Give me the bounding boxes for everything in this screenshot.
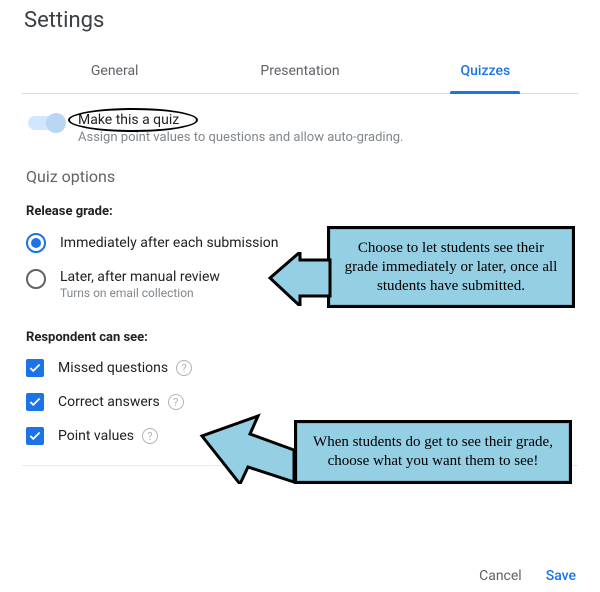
help-icon[interactable]: ? — [168, 394, 184, 410]
check-icon — [28, 429, 42, 443]
help-icon[interactable]: ? — [142, 428, 158, 444]
tab-general[interactable]: General — [22, 51, 207, 93]
page-title: Settings — [0, 0, 600, 33]
correct-label: Correct answers — [58, 394, 160, 410]
points-label: Point values — [58, 428, 134, 444]
release-grade-label: Release grade: — [22, 190, 578, 225]
make-quiz-sub: Assign point values to questions and all… — [78, 130, 404, 145]
make-quiz-label: Make this a quiz — [78, 112, 404, 128]
radio-immediate[interactable] — [26, 233, 46, 253]
respondent-can-see-label: Respondent can see: — [22, 308, 578, 351]
correct-answers-row[interactable]: Correct answers ? — [22, 385, 578, 419]
missed-label: Missed questions — [58, 360, 168, 376]
radio-immediate-label: Immediately after each submission — [60, 235, 279, 251]
arrow-left-icon — [268, 252, 332, 306]
tabs: General Presentation Quizzes — [22, 51, 578, 94]
tab-quizzes[interactable]: Quizzes — [393, 51, 578, 93]
check-icon — [28, 395, 42, 409]
check-icon — [28, 361, 42, 375]
tab-presentation[interactable]: Presentation — [207, 51, 392, 93]
checkbox-correct[interactable] — [26, 393, 44, 411]
help-icon[interactable]: ? — [176, 360, 192, 376]
save-button[interactable]: Save — [546, 568, 576, 584]
checkbox-missed[interactable] — [26, 359, 44, 377]
radio-later[interactable] — [26, 269, 46, 289]
annotation-callout-see: When students do get to see their grade,… — [294, 420, 572, 484]
annotation-callout-release: Choose to let students see their grade i… — [327, 226, 575, 308]
quiz-options-heading: Quiz options — [22, 155, 578, 190]
checkbox-points[interactable] — [26, 427, 44, 445]
make-quiz-toggle[interactable] — [28, 116, 64, 130]
cancel-button[interactable]: Cancel — [479, 568, 522, 584]
radio-later-sub: Turns on email collection — [60, 286, 220, 300]
arrow-diag-icon — [198, 412, 298, 484]
missed-questions-row[interactable]: Missed questions ? — [22, 351, 578, 385]
radio-later-label: Later, after manual review — [60, 269, 220, 285]
